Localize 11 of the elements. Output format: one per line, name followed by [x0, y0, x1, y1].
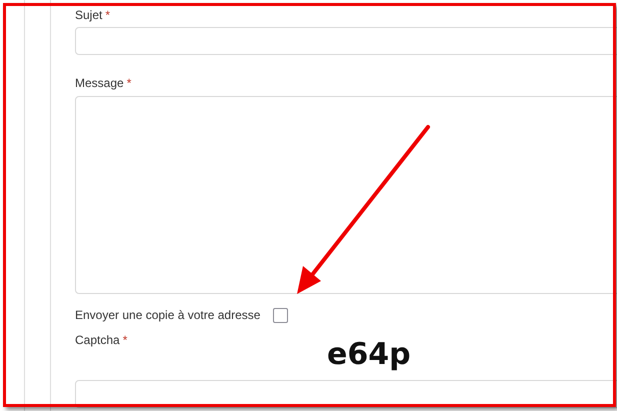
checkbox[interactable]: [273, 308, 288, 322]
captcha-image: e64p: [327, 337, 411, 372]
required-asterisk: *: [122, 333, 128, 347]
message-field[interactable]: [75, 96, 617, 294]
checkbox-label: Envoyer une copie à votre adresse: [75, 308, 260, 322]
field-label: Sujet: [75, 8, 102, 22]
field-label: Captcha: [75, 333, 120, 347]
field-label: Message: [75, 76, 124, 90]
required-asterisk: *: [126, 76, 132, 90]
required-asterisk: *: [105, 8, 110, 22]
text-field[interactable]: [75, 27, 617, 55]
